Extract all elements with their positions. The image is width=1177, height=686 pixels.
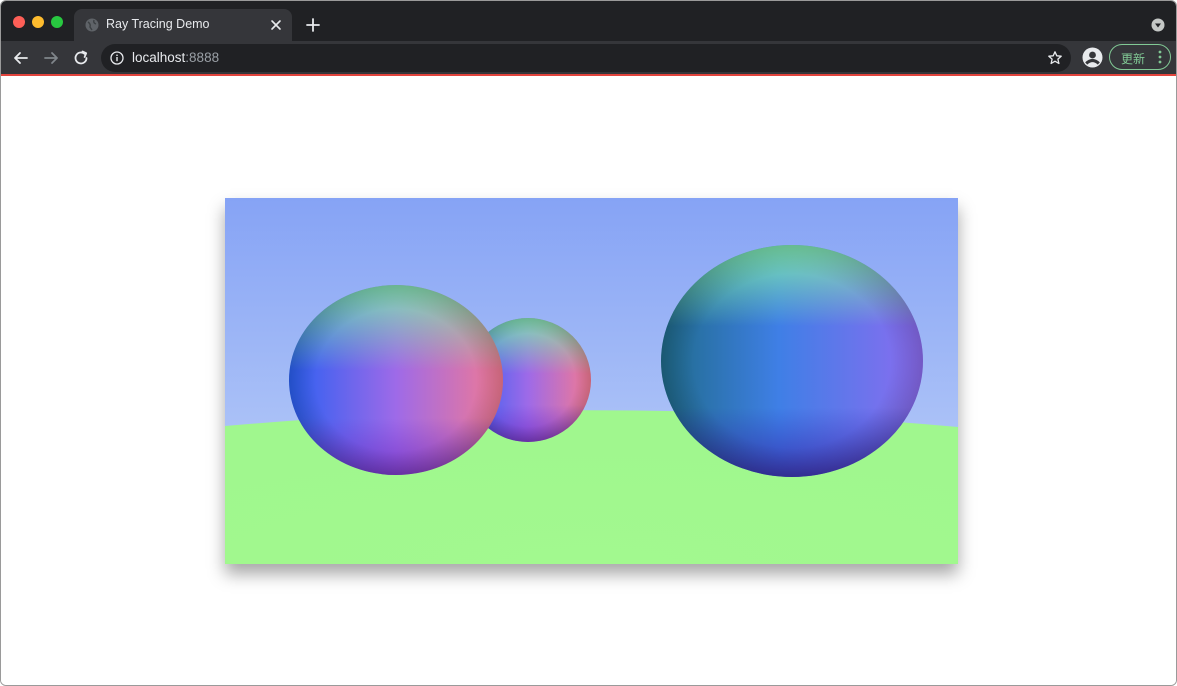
left-sphere xyxy=(289,285,503,475)
info-icon[interactable] xyxy=(110,51,124,65)
new-tab-plus-icon[interactable] xyxy=(304,16,322,34)
url-host: localhost xyxy=(132,50,186,65)
tab-search-icon[interactable] xyxy=(1151,18,1165,32)
more-menu-icon[interactable] xyxy=(1157,50,1163,64)
url-port: :8888 xyxy=(185,50,220,65)
maximize-window-button[interactable] xyxy=(51,16,63,28)
reload-icon[interactable] xyxy=(71,48,91,68)
globe-icon xyxy=(85,18,99,32)
forward-arrow-icon[interactable] xyxy=(41,48,61,68)
minimize-window-button[interactable] xyxy=(32,16,44,28)
address-bar[interactable]: localhost:8888 xyxy=(101,44,1071,72)
close-window-button[interactable] xyxy=(13,16,25,28)
ray-tracing-canvas[interactable] xyxy=(225,198,958,564)
back-arrow-icon[interactable] xyxy=(11,48,31,68)
update-label: 更新 xyxy=(1121,52,1146,66)
browser-window: Ray Tracing Demo localhost:8888 更新 xyxy=(0,0,1177,686)
page-content xyxy=(1,76,1176,685)
profile-avatar-icon[interactable] xyxy=(1082,47,1103,68)
browser-toolbar: localhost:8888 更新 xyxy=(1,41,1176,74)
update-button[interactable]: 更新 xyxy=(1109,44,1171,70)
bookmark-star-icon[interactable] xyxy=(1047,50,1063,66)
right-sphere xyxy=(661,245,923,477)
url-text[interactable]: localhost:8888 xyxy=(132,50,219,65)
tab-ray-tracing-demo[interactable]: Ray Tracing Demo xyxy=(74,9,292,41)
close-icon[interactable] xyxy=(268,17,284,33)
tab-strip: Ray Tracing Demo xyxy=(1,1,1176,41)
tab-title: Ray Tracing Demo xyxy=(106,17,210,31)
